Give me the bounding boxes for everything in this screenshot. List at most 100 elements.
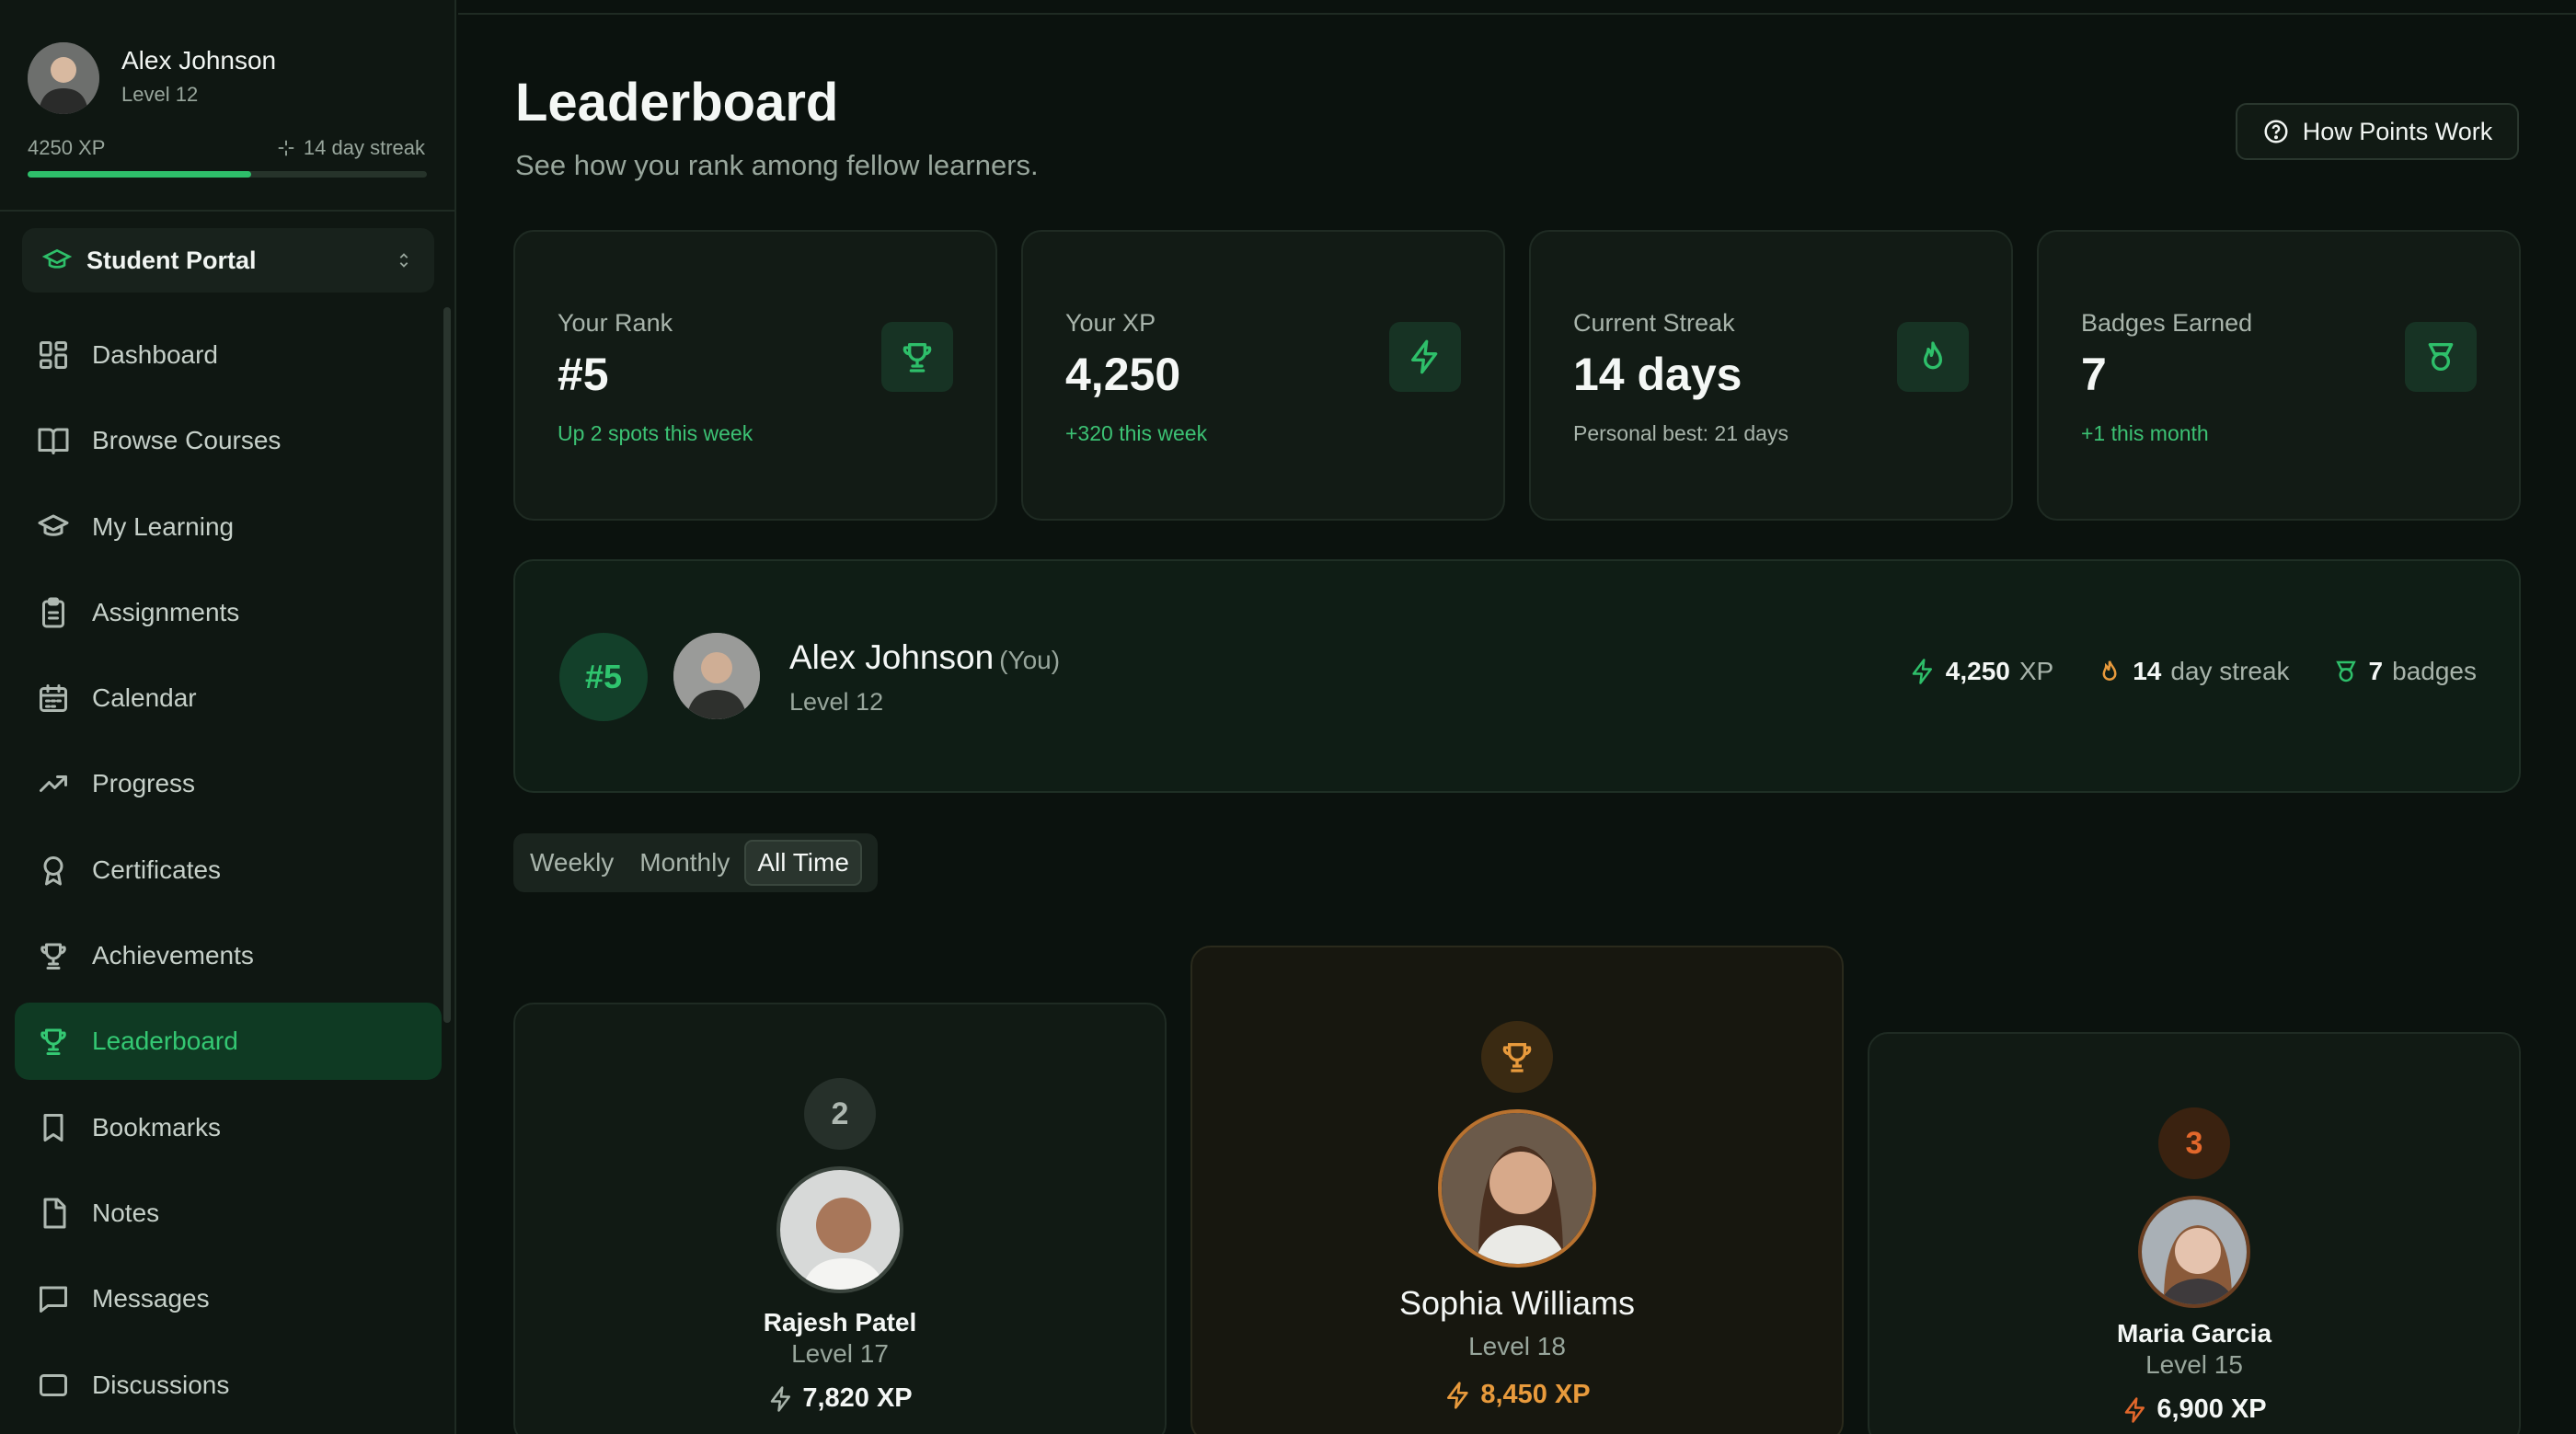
graduation-cap-icon	[38, 514, 69, 536]
graduation-cap-icon	[42, 248, 72, 269]
stat-label: Badges Earned	[2081, 309, 2253, 337]
sidebar-item-label: Bookmarks	[92, 1112, 222, 1141]
stat-value: 4,250	[1065, 349, 1181, 400]
podium-xp: 8,450 XP	[1192, 1380, 1842, 1410]
portal-label: Student Portal	[86, 246, 257, 274]
sidebar-item-label: My Learning	[92, 511, 235, 541]
sidebar-item-label: Discussions	[92, 1370, 230, 1399]
sidebar-icon-wrap	[35, 937, 72, 974]
rank-badge: 3	[2158, 1107, 2230, 1179]
user-level: Level 12	[121, 83, 199, 106]
podium-level: Level 17	[791, 1339, 889, 1368]
lightning-icon	[2125, 1396, 2145, 1423]
sidebar-icon-wrap	[35, 337, 72, 373]
podium-card-first[interactable]: Sophia Williams Level 18 8,450 XP	[1190, 946, 1844, 1434]
sidebar-item-label: Progress	[92, 769, 196, 798]
avatar	[776, 1166, 903, 1293]
trending-up-icon	[40, 775, 67, 793]
user-profile[interactable]: Alex Johnson Level 12 4250 XP 14 day str…	[0, 0, 454, 212]
sidebar-item-browse-courses[interactable]: Browse Courses	[15, 402, 442, 479]
sidebar-icon-wrap	[35, 1023, 72, 1060]
sidebar-item-notes[interactable]: Notes	[15, 1175, 442, 1252]
trophy-icon	[40, 1028, 66, 1056]
sidebar-item-dashboard[interactable]: Dashboard	[15, 316, 442, 394]
your-xp-stat: 4,250 XP	[1909, 657, 2053, 686]
sidebar-item-certificates[interactable]: Certificates	[15, 832, 442, 909]
sidebar-item-messages[interactable]: Messages	[15, 1260, 442, 1337]
stat-card-badges-earned: Badges Earned 7 +1 this month	[2037, 230, 2521, 521]
trophy-icon	[1502, 1043, 1532, 1073]
how-points-work-label: How Points Work	[2302, 117, 2493, 145]
sidebar-item-my-learning[interactable]: My Learning	[15, 488, 442, 566]
lightning-icon	[1447, 1381, 1468, 1409]
how-points-work-button[interactable]: How Points Work	[2236, 103, 2519, 160]
sidebar-icon-wrap	[35, 509, 72, 545]
sidebar-icon-wrap	[35, 594, 72, 631]
sidebar-item-label: Calendar	[92, 683, 197, 713]
stat-sub: +1 this month	[2081, 421, 2209, 445]
sidebar-icon-wrap	[35, 765, 72, 802]
stat-card-current-streak: Current Streak 14 days Personal best: 21 d…	[1529, 230, 2013, 521]
portal-switcher[interactable]: Student Portal	[22, 228, 434, 293]
badge-icon	[2428, 343, 2454, 371]
your-name-text: Alex Johnson	[789, 638, 995, 676]
sidebar-item-label: Assignments	[92, 597, 240, 626]
sidebar: Alex Johnson Level 12 4250 XP 14 day str…	[0, 0, 456, 1434]
sidebar-item-calendar[interactable]: Calendar	[15, 660, 442, 737]
user-streak-text: 14 day streak	[303, 136, 425, 159]
sidebar-item-label: Messages	[92, 1284, 210, 1314]
your-xp-value: 4,250	[1945, 657, 2010, 685]
podium-level: Level 18	[1468, 1332, 1566, 1360]
sidebar-item-discussions[interactable]: Discussions	[15, 1347, 442, 1424]
podium-xp-text: 8,450 XP	[1480, 1380, 1591, 1409]
stat-icon-box	[1897, 322, 1969, 392]
award-icon	[43, 855, 63, 886]
stat-value: 7	[2081, 349, 2107, 400]
podium-name: Maria Garcia	[2116, 1319, 2272, 1348]
sidebar-icon-wrap	[35, 422, 72, 459]
your-name: Alex Johnson (You)	[789, 638, 1060, 677]
sidebar-item-leaderboard[interactable]: Leaderboard	[15, 1003, 442, 1081]
dashboard-icon	[40, 341, 67, 369]
sidebar-item-label: Certificates	[92, 855, 222, 884]
stat-card-your-xp: Your XP 4,250 +320 this week	[1021, 230, 1505, 521]
sidebar-icon-wrap	[35, 1367, 72, 1404]
sidebar-item-assignments[interactable]: Assignments	[15, 574, 442, 651]
tab-monthly[interactable]: Monthly	[628, 840, 741, 886]
clipboard-icon	[42, 597, 64, 628]
your-streak-stat: 14 day streak	[2096, 657, 2290, 686]
podium-card-second[interactable]: 2 Rajesh Patel Level 17 7,820 XP	[513, 1003, 1167, 1434]
top-divider	[458, 13, 2576, 15]
your-badges-stat: 7 badges	[2332, 657, 2477, 686]
sidebar-item-achievements[interactable]: Achievements	[15, 917, 442, 994]
avatar	[1438, 1109, 1596, 1268]
stat-sub: Personal best: 21 days	[1573, 421, 1788, 445]
sidebar-item-progress[interactable]: Progress	[15, 745, 442, 822]
podium-card-third[interactable]: 3 Maria Garcia Level 15 6,900 XP	[1868, 1032, 2521, 1434]
your-xp-unit: XP	[2018, 657, 2054, 685]
user-streak: 14 day streak	[276, 136, 425, 160]
sparkle-icon	[278, 140, 294, 156]
podium-level: Level 15	[2145, 1350, 2243, 1379]
xp-progress-fill	[28, 171, 252, 178]
your-streak-unit: day streak	[2170, 657, 2290, 685]
stat-value: #5	[558, 349, 609, 400]
sidebar-item-label: Dashboard	[92, 340, 218, 369]
sidebar-icon-wrap	[35, 1109, 72, 1146]
tab-all-time[interactable]: All Time	[744, 840, 862, 886]
podium-xp: 7,820 XP	[515, 1383, 1165, 1414]
podium-name: Rajesh Patel	[763, 1308, 917, 1336]
sidebar-icon-wrap	[35, 680, 72, 717]
sidebar-item-bookmarks[interactable]: Bookmarks	[15, 1089, 442, 1166]
stat-icon-box	[1389, 322, 1461, 392]
sidebar-item-label: Achievements	[92, 941, 254, 970]
sidebar-scrollbar[interactable]	[443, 307, 451, 1023]
message-icon	[40, 1286, 67, 1314]
tab-weekly[interactable]: Weekly	[519, 840, 625, 886]
sidebar-item-label: Leaderboard	[92, 1027, 238, 1056]
page-title: Leaderboard	[515, 73, 839, 132]
discussion-icon	[40, 1373, 67, 1396]
rank-badge: 2	[804, 1078, 876, 1150]
trophy-badge	[1481, 1021, 1553, 1093]
help-circle-icon	[2264, 120, 2288, 143]
